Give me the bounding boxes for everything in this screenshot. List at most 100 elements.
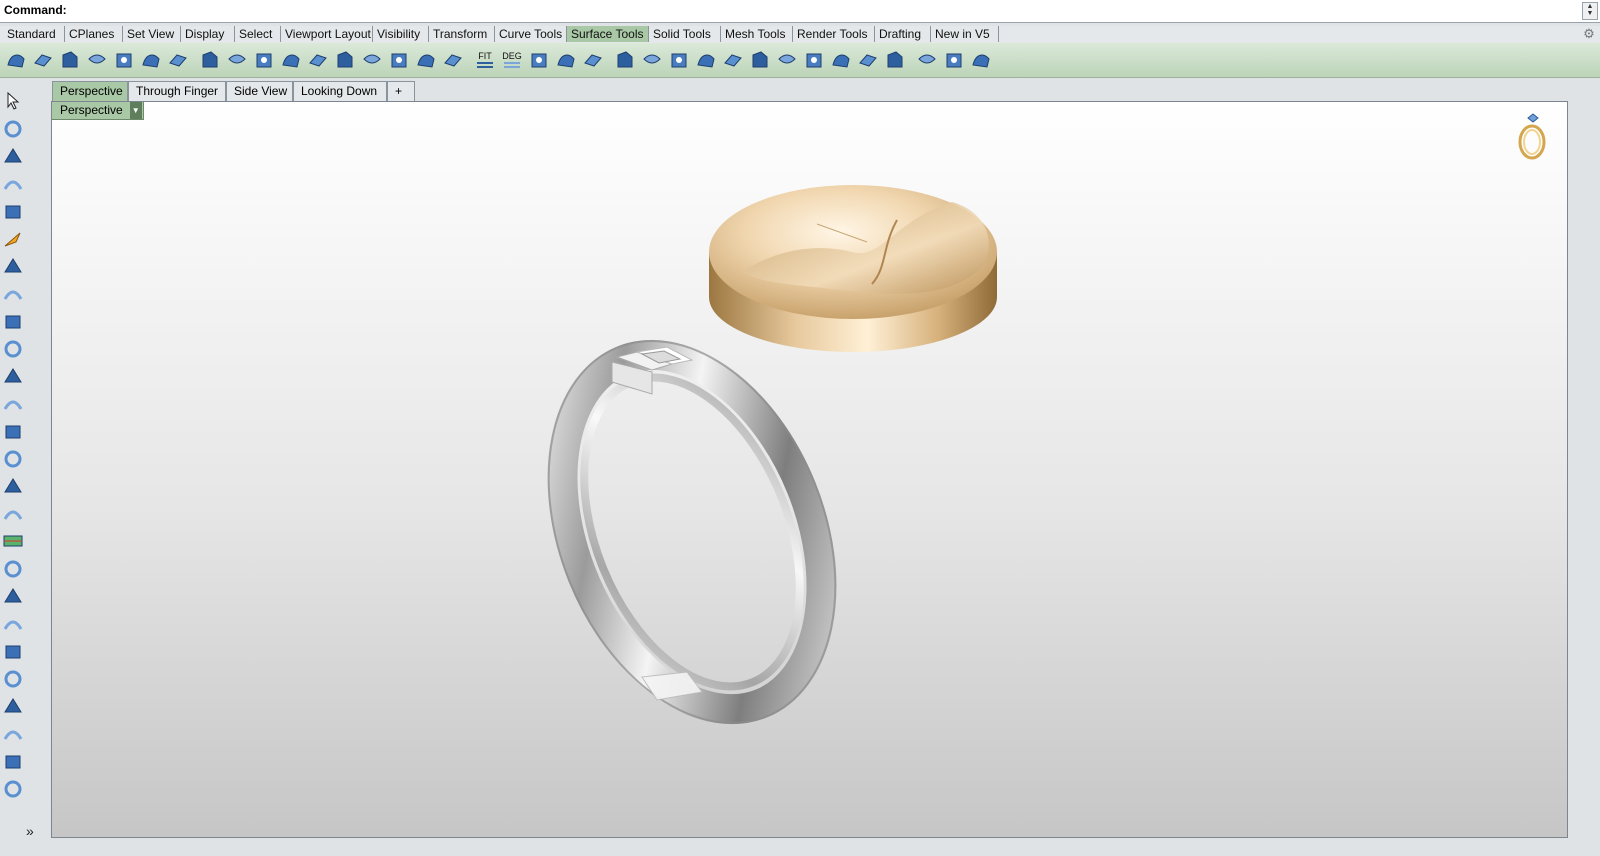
array-icon[interactable] (2, 420, 24, 442)
curve-gear-icon[interactable] (2, 200, 24, 222)
rectangle-icon[interactable] (2, 255, 24, 277)
edit-icon[interactable] (857, 49, 879, 71)
fit-surface-icon[interactable]: FIT (474, 49, 496, 71)
tab-drafting[interactable]: Drafting (875, 26, 931, 42)
connect-surface-icon[interactable] (280, 49, 302, 71)
circle-icon[interactable] (2, 310, 24, 332)
line-icon[interactable] (2, 173, 24, 195)
gear-icon[interactable]: ⚙ (1582, 27, 1596, 41)
viewport-menu-dropdown-icon[interactable]: ▼ (129, 102, 142, 119)
svg-text:DEG: DEG (502, 51, 522, 61)
select-arrow-icon[interactable] (2, 90, 24, 112)
tab-mesh-tools[interactable]: Mesh Tools (721, 26, 793, 42)
tab-cplanes[interactable]: CPlanes (65, 26, 123, 42)
curve-edit-icon[interactable] (2, 503, 24, 525)
toolbar-tab-strip: Standard CPlanes Set View Display Select View… (0, 26, 1600, 43)
draft-angle-icon[interactable] (943, 49, 965, 71)
transform-icon[interactable] (2, 393, 24, 415)
point-icon[interactable] (2, 118, 24, 140)
command-bar: Command: ▲ ▼ (0, 0, 1600, 23)
arc-icon[interactable] (2, 228, 24, 250)
show-edges-icon[interactable] (614, 49, 636, 71)
tab-select[interactable]: Select (235, 26, 281, 42)
tab-set-view[interactable]: Set View (123, 26, 181, 42)
tab-render-tools[interactable]: Render Tools (793, 26, 875, 42)
transfer-icon[interactable] (776, 49, 798, 71)
shrink-surface-icon[interactable] (334, 49, 356, 71)
solid-cylinder-icon[interactable] (2, 613, 24, 635)
trim-icon[interactable] (803, 49, 825, 71)
mesh-icon[interactable] (2, 695, 24, 717)
tab-standard[interactable]: Standard (3, 26, 65, 42)
silver-ring[interactable] (495, 298, 889, 766)
command-label: Command: (4, 3, 67, 17)
viewport-tab-perspective[interactable]: Perspective (52, 81, 128, 101)
variable-fillet-icon[interactable] (226, 49, 248, 71)
add-viewport-tab-button[interactable]: + (387, 81, 415, 101)
polyline-icon[interactable] (2, 145, 24, 167)
tab-visibility[interactable]: Visibility (373, 26, 429, 42)
extract-isocurve-icon[interactable] (830, 49, 852, 71)
revolve-icon[interactable] (2, 750, 24, 772)
box-icon[interactable] (2, 283, 24, 305)
pipe-icon[interactable] (2, 668, 24, 690)
unroll-surface-icon[interactable] (361, 49, 383, 71)
control-points-icon[interactable] (641, 49, 663, 71)
scene-canvas[interactable] (52, 102, 1567, 837)
cone-icon[interactable] (2, 640, 24, 662)
blend-curve-icon[interactable] (167, 49, 189, 71)
chamfer-surface-icon[interactable] (199, 49, 221, 71)
extend-surface-icon[interactable] (113, 49, 135, 71)
edge-surface-icon[interactable] (59, 49, 81, 71)
viewport-title[interactable]: Perspective ▼ (52, 102, 144, 120)
viewport-tab-looking-down[interactable]: Looking Down (293, 81, 387, 101)
gold-disc[interactable] (709, 185, 997, 352)
tab-curve-tools[interactable]: Curve Tools (495, 26, 567, 42)
analyze-surface-icon[interactable] (415, 49, 437, 71)
loft-icon[interactable] (2, 723, 24, 745)
split-edge-icon[interactable] (722, 49, 744, 71)
svg-text:FIT: FIT (478, 51, 492, 61)
viewport-title-text: Perspective (60, 103, 123, 117)
tab-solid-tools[interactable]: Solid Tools (649, 26, 721, 42)
change-degree-icon[interactable]: DEG (501, 49, 523, 71)
cylinder-surface-icon[interactable] (695, 49, 717, 71)
tab-viewport-layout[interactable]: Viewport Layout (281, 26, 373, 42)
tab-transform[interactable]: Transform (429, 26, 495, 42)
command-input[interactable] (68, 2, 1582, 20)
analyze-grid-icon[interactable] (2, 530, 24, 552)
rebuild-uv-icon[interactable] (555, 49, 577, 71)
contour-icon[interactable] (884, 49, 906, 71)
refit-trim-icon[interactable] (582, 49, 604, 71)
polygon-icon[interactable] (2, 365, 24, 387)
surface-icon[interactable] (5, 49, 27, 71)
zebra-icon[interactable] (916, 49, 938, 71)
viewport-tab-side-view[interactable]: Side View (226, 81, 293, 101)
ellipse-icon[interactable] (2, 338, 24, 360)
surface-point-icon[interactable] (668, 49, 690, 71)
solid-sphere-icon[interactable] (2, 585, 24, 607)
plane-surface-icon[interactable] (32, 49, 54, 71)
solid-box-icon[interactable] (2, 558, 24, 580)
main-left-toolbar (0, 78, 50, 856)
tab-new-in-v5[interactable]: New in V5 (931, 26, 999, 42)
offset-surface-icon[interactable] (86, 49, 108, 71)
plane-icon[interactable] (2, 448, 24, 470)
curve-on-surface-icon[interactable] (970, 49, 992, 71)
curvature-analysis-icon[interactable] (442, 49, 464, 71)
expand-toolbar-icon[interactable]: » (26, 823, 34, 839)
sweep-icon[interactable] (2, 778, 24, 800)
projection-icon[interactable] (2, 475, 24, 497)
symmetry-icon[interactable] (749, 49, 771, 71)
tab-surface-tools[interactable]: Surface Tools (567, 26, 649, 42)
match-surface-icon[interactable] (307, 49, 329, 71)
command-history-scroll[interactable]: ▲ ▼ (1582, 2, 1598, 20)
fillet-surface-icon[interactable] (140, 49, 162, 71)
merge-surface-icon[interactable] (253, 49, 275, 71)
rebuild-surface-icon[interactable] (528, 49, 550, 71)
flow-along-surface-icon[interactable] (388, 49, 410, 71)
ring-logo-icon (1518, 113, 1546, 160)
viewport-tab-through-finger[interactable]: Through Finger (128, 81, 226, 101)
perspective-viewport[interactable]: Perspective ▼ (51, 101, 1568, 838)
tab-display[interactable]: Display (181, 26, 235, 42)
